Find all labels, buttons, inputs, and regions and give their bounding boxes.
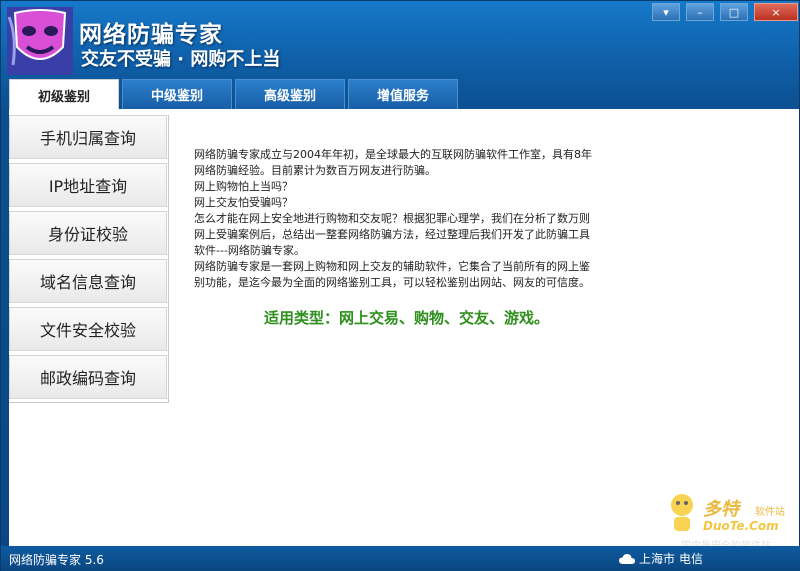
intro-line: 怎么才能在网上安全地进行购物和交友呢？根据犯罪心理学，我们在分析了数万则: [194, 212, 590, 225]
sidebar-item-ip-lookup[interactable]: IP地址查询: [9, 163, 167, 207]
tab-advanced[interactable]: 高级鉴别: [235, 79, 345, 109]
city-label: 上海市: [639, 552, 676, 566]
version-label: 网络防骗专家 5.6: [9, 553, 104, 567]
weather-info[interactable]: 上海市 电信: [619, 550, 703, 567]
sidebar-item-domain-lookup[interactable]: 域名信息查询: [9, 259, 167, 303]
sidebar: 手机归属查询 IP地址查询 身份证校验 域名信息查询 文件安全校验 邮政编码查询: [9, 115, 169, 403]
app-slogan: 交友不受骗 · 网购不上当: [81, 49, 281, 70]
watermark-brand: 多特: [703, 499, 739, 520]
menu-dropdown-button[interactable]: ▾: [652, 3, 680, 21]
watermark-domain: DuoTe.Com: [703, 519, 779, 533]
app-title: 网络防骗专家: [79, 22, 223, 48]
close-button[interactable]: ×: [754, 3, 798, 21]
status-bar: 网络防骗专家 5.6 上海市 电信: [1, 546, 800, 571]
duote-watermark: 多特 软件站 DuoTe.Com 国内最安全的软件站: [661, 489, 800, 552]
sidebar-item-phone-lookup[interactable]: 手机归属查询: [9, 115, 167, 159]
tab-value-added[interactable]: 增值服务: [348, 79, 458, 109]
watermark-small: 软件站: [755, 507, 785, 518]
intro-line: 网上购物怕上当吗？: [194, 180, 293, 193]
sidebar-item-file-check[interactable]: 文件安全校验: [9, 307, 167, 351]
content-panel: 手机归属查询 IP地址查询 身份证校验 域名信息查询 文件安全校验 邮政编码查询…: [9, 109, 799, 546]
intro-line: 软件---网络防骗专家。: [194, 244, 305, 257]
intro-line: 网络防骗专家是一套网上购物和网上交友的辅助软件，它集合了当前所有的网上鉴: [194, 260, 590, 273]
tab-intermediate[interactable]: 中级鉴别: [122, 79, 232, 109]
intro-line: 网上受骗案例后，总结出一整套网络防骗方法，经过整理后我们开发了此防骗工具: [194, 228, 590, 241]
maximize-button[interactable]: □: [720, 3, 748, 21]
main-tabs: 初级鉴别 中级鉴别 高级鉴别 增值服务: [9, 79, 461, 110]
app-window: 网络防骗专家 交友不受骗 · 网购不上当 ▾ – □ × 初级鉴别 中级鉴别 高…: [0, 0, 800, 571]
title-bar[interactable]: 网络防骗专家 交友不受骗 · 网购不上当 ▾ – □ ×: [1, 1, 800, 79]
isp-label: 电信: [679, 552, 704, 566]
mascot-icon: [671, 494, 693, 531]
intro-line: 网络防骗经验。目前累计为数百万网友进行防骗。: [194, 164, 436, 177]
tab-basic[interactable]: 初级鉴别: [9, 79, 119, 110]
intro-line: 网络防骗专家成立与2004年年初，是全球最大的互联网防骗软件工作室，具有8年: [194, 148, 592, 161]
cloud-icon: [619, 553, 635, 564]
intro-line: 别功能，是迄今最为全面的网络鉴别工具，可以轻松鉴别出网站、网友的可信度。: [194, 276, 590, 289]
usage-types: 适用类型：网上交易、购物、交友、游戏。: [264, 309, 550, 327]
intro-line: 网上交友怕受骗吗？: [194, 196, 293, 209]
mask-icon: [7, 7, 73, 75]
sidebar-item-id-check[interactable]: 身份证校验: [9, 211, 167, 255]
minimize-button[interactable]: –: [686, 3, 714, 21]
sidebar-item-postcode-lookup[interactable]: 邮政编码查询: [9, 355, 167, 399]
intro-text: 网络防骗专家成立与2004年年初，是全球最大的互联网防骗软件工作室，具有8年 网…: [194, 147, 644, 291]
